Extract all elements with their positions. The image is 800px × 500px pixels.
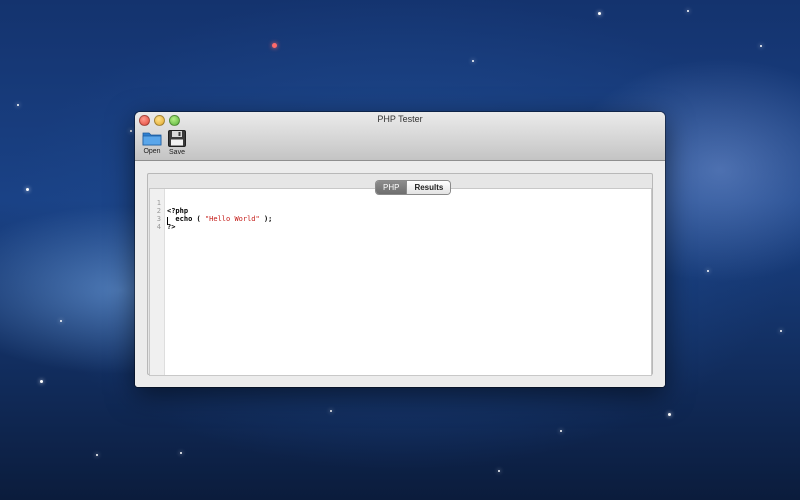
star — [687, 10, 689, 12]
star — [780, 330, 782, 332]
star — [560, 430, 562, 432]
tab-switcher: PHP Results — [376, 181, 451, 194]
code-punctuation: ); — [259, 215, 273, 223]
save-button[interactable]: Save — [163, 130, 191, 156]
code-line: 2 echo ( "Hello World" ); — [150, 199, 273, 223]
star — [707, 270, 709, 272]
open-button[interactable]: Open — [138, 130, 166, 155]
star — [96, 454, 98, 456]
text-caret — [167, 217, 168, 225]
tab-php[interactable]: PHP — [376, 181, 407, 194]
open-label: Open — [143, 148, 161, 155]
star — [40, 380, 43, 383]
code-string: "Hello World" — [204, 215, 260, 223]
code-editor[interactable]: 1 <?php 2 echo ( "Hello World" ); 3 ?> 4 — [149, 188, 652, 376]
star — [60, 320, 62, 322]
star — [272, 43, 277, 48]
star — [472, 60, 474, 62]
star — [498, 470, 500, 472]
app-window: PHP Tester Open Save PHP Results 1 <?php… — [135, 112, 665, 387]
star — [668, 413, 671, 416]
tab-results[interactable]: Results — [406, 181, 451, 194]
code-line: 1 <?php — [150, 191, 188, 215]
star — [330, 410, 332, 412]
save-label: Save — [169, 149, 185, 156]
star — [26, 188, 29, 191]
floppy-disk-icon — [163, 130, 191, 147]
folder-icon — [138, 130, 166, 146]
title-bar[interactable]: PHP Tester Open Save — [135, 112, 665, 161]
star — [17, 104, 19, 106]
star — [130, 130, 132, 132]
star — [180, 452, 182, 454]
code-line: 3 ?> — [150, 207, 184, 231]
star — [598, 12, 601, 15]
line-number: 4 — [156, 223, 161, 231]
main-content: PHP Results 1 <?php 2 echo ( "Hello Worl… — [135, 161, 665, 387]
window-title: PHP Tester — [377, 114, 423, 124]
star — [760, 45, 762, 47]
